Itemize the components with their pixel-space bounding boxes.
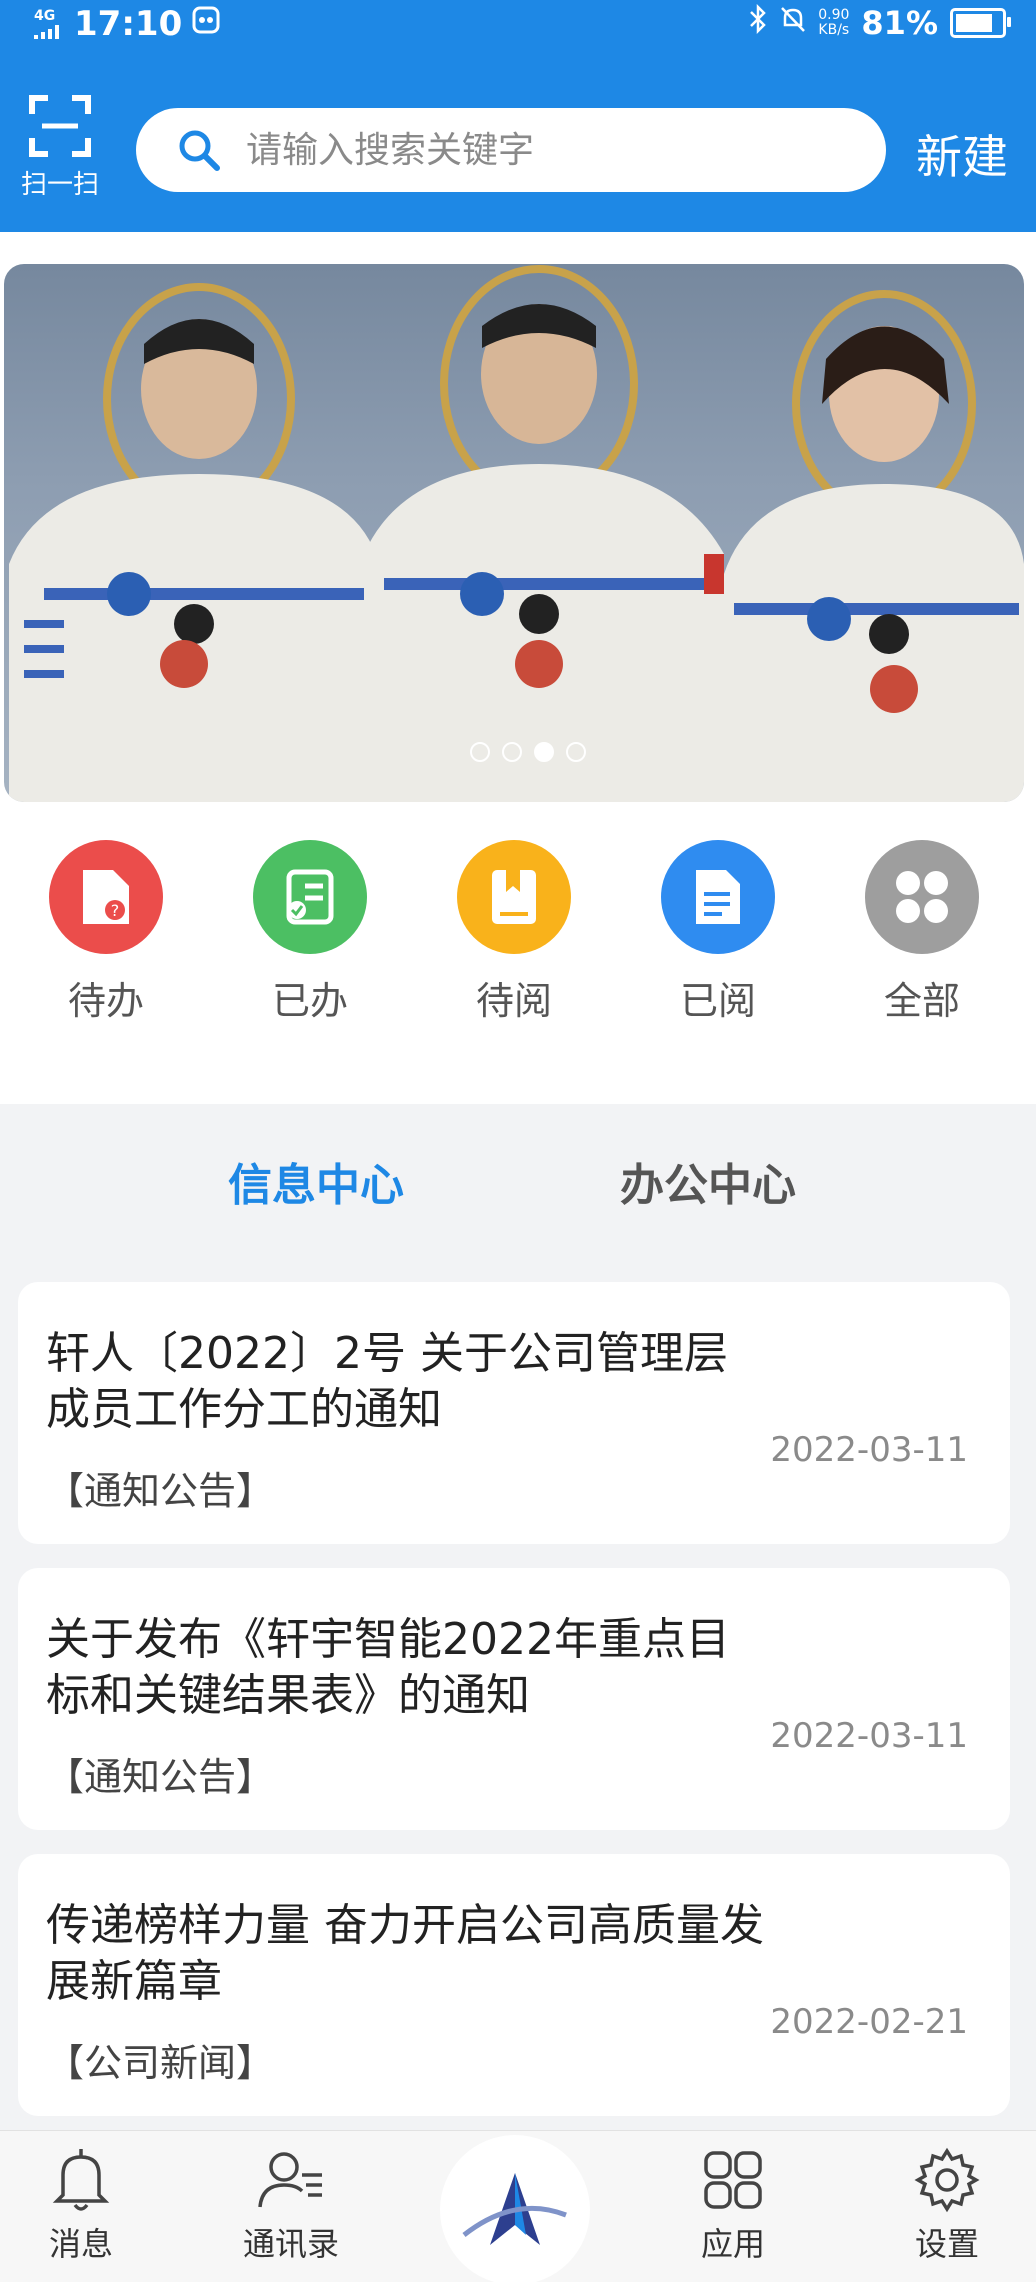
scan-label: 扫一扫 (20, 170, 99, 200)
nav-label: 应用 (700, 2225, 765, 2263)
carousel-dot[interactable] (566, 742, 586, 762)
gear-icon (914, 2147, 980, 2213)
speed-value: 0.90 (818, 7, 850, 23)
signal-icon: 4G (34, 9, 64, 39)
carousel-dot[interactable] (502, 742, 522, 762)
nav-settings[interactable]: 设置 (882, 2145, 1012, 2265)
mute-icon (780, 5, 806, 41)
bluetooth-icon (748, 3, 768, 42)
clock: 17:10 (74, 4, 183, 44)
top-header: 4G 17:10 0.90 KB/s 81% 扫一扫 请输入搜索关键字 新建 (0, 0, 1036, 232)
action-all[interactable]: 全部 (820, 840, 1024, 1040)
news-card[interactable]: 传递榜样力量 奋力开启公司高质量发展新篇章 【公司新闻】 2022-02-21 (18, 1854, 1010, 2116)
action-label: 待办 (67, 979, 144, 1023)
speed-unit: KB/s (818, 22, 850, 38)
carousel-dot[interactable] (470, 742, 490, 762)
bottom-nav: 消息 通讯录 应用 设置 (0, 2130, 1036, 2285)
action-label: 全部 (883, 979, 960, 1023)
logo-icon (462, 2173, 567, 2245)
nav-messages[interactable]: 消息 (16, 2145, 146, 2265)
action-read[interactable]: 已阅 (616, 840, 820, 1040)
news-title: 传递榜样力量 奋力开启公司高质量发展新篇章 (46, 1900, 764, 2007)
astronaut-center (364, 265, 724, 802)
action-label: 已办 (271, 979, 348, 1023)
news-title: 关于发布《轩宇智能2022年重点目标和关键结果表》的通知 (46, 1614, 730, 1721)
done-list-icon (253, 840, 367, 954)
astronaut-left (9, 283, 379, 802)
search-bar[interactable] (136, 108, 886, 192)
pending-doc-icon: ? (49, 840, 163, 954)
action-label: 待阅 (475, 979, 552, 1023)
banner-image (9, 265, 1024, 802)
battery-fill (956, 14, 992, 32)
bookmark-book-icon (457, 840, 571, 954)
bell-icon (52, 2149, 110, 2211)
search-icon (179, 130, 220, 171)
network-speed: 0.90 KB/s (818, 8, 849, 38)
news-category: 【通知公告】 (46, 1755, 275, 1799)
nav-home-logo[interactable] (440, 2135, 590, 2285)
astronaut-right (724, 290, 1024, 802)
news-title: 轩人〔2022〕2号 关于公司管理层成员工作分工的通知 (46, 1328, 728, 1435)
carousel-dot[interactable] (534, 742, 554, 762)
network-type: 4G (34, 8, 56, 24)
svg-text:?: ? (111, 901, 120, 920)
news-date: 2022-03-11 (770, 1716, 968, 1756)
news-date: 2022-03-11 (770, 1430, 968, 1470)
battery-icon (950, 8, 1011, 38)
news-category: 【公司新闻】 (46, 2041, 275, 2085)
news-date: 2022-02-21 (770, 2002, 968, 2042)
action-done[interactable]: 已办 (208, 840, 412, 1040)
content-area: 信息中心 办公中心 轩人〔2022〕2号 关于公司管理层成员工作分工的通知 【通… (0, 1104, 1036, 2130)
carousel-dots (470, 742, 586, 762)
quick-actions: ? 待办 已办 待阅 已阅 全部 (0, 840, 1036, 1040)
read-doc-icon (661, 840, 775, 954)
apps-icon (704, 2151, 762, 2209)
contacts-icon (258, 2152, 322, 2208)
status-bar: 4G 17:10 0.90 KB/s 81% (0, 0, 1036, 48)
scan-icon (29, 95, 91, 157)
tab-info-center[interactable]: 信息中心 (222, 1148, 410, 1214)
action-label: 已阅 (679, 979, 756, 1023)
battery-percent: 81% (861, 4, 938, 42)
banner-carousel[interactable] (4, 264, 1024, 802)
news-card[interactable]: 关于发布《轩宇智能2022年重点目标和关键结果表》的通知 【通知公告】 2022… (18, 1568, 1010, 1830)
news-category: 【通知公告】 (46, 1469, 275, 1513)
notification-app-icon (192, 6, 220, 42)
action-pending[interactable]: ? 待办 (4, 840, 208, 1040)
nav-label: 通讯录 (242, 2225, 339, 2263)
nav-label: 消息 (48, 2225, 113, 2263)
grid-all-icon (865, 840, 979, 954)
search-input[interactable] (244, 128, 848, 172)
nav-apps[interactable]: 应用 (668, 2145, 798, 2265)
scan-button[interactable]: 扫一扫 (14, 94, 106, 201)
action-to-read[interactable]: 待阅 (412, 840, 616, 1040)
news-card[interactable]: 轩人〔2022〕2号 关于公司管理层成员工作分工的通知 【通知公告】 2022-… (18, 1282, 1010, 1544)
tab-office-center[interactable]: 办公中心 (614, 1148, 802, 1214)
tab-bar: 信息中心 办公中心 (0, 1148, 1036, 1304)
nav-contacts[interactable]: 通讯录 (226, 2145, 356, 2265)
new-button[interactable]: 新建 (910, 120, 1014, 188)
nav-label: 设置 (914, 2225, 979, 2263)
